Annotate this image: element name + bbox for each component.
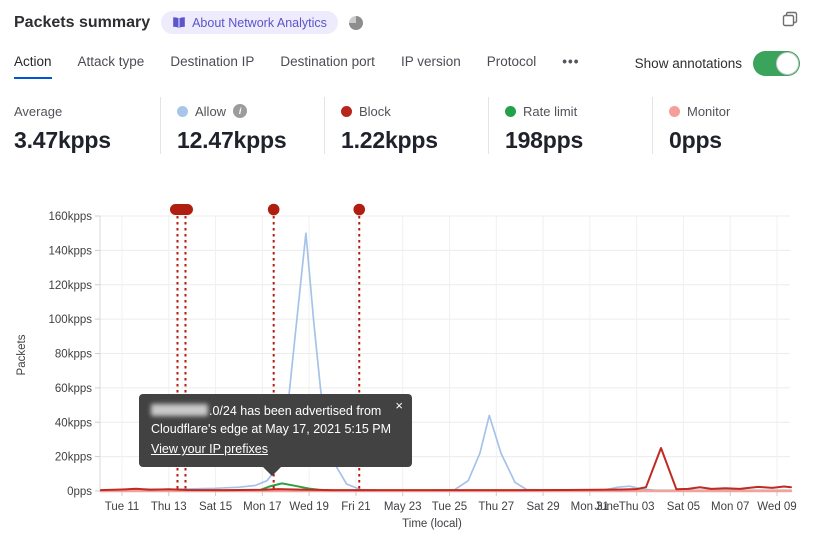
tooltip-message: .0/24 has been advertised from Cloudflar…	[151, 404, 392, 436]
y-tick-label: 160kpps	[49, 211, 93, 223]
y-tick-label: 40kpps	[55, 417, 92, 429]
y-tick-label: 20kpps	[55, 452, 92, 464]
annotation-marker-pill	[169, 204, 193, 215]
x-tick-label: Tue 25	[432, 501, 467, 513]
close-icon[interactable]: ×	[395, 397, 403, 415]
x-tick-label: Fri 21	[341, 501, 370, 513]
x-tick-label: Tue 11	[105, 501, 140, 513]
y-axis-title: Packets	[16, 334, 28, 375]
x-axis-title: Time (local)	[402, 518, 462, 530]
y-tick-label: 60kpps	[55, 383, 92, 395]
x-tick-label: Mon 07	[711, 501, 749, 513]
x-tick-label: Thu 27	[478, 501, 514, 513]
x-tick-label: Wed 09	[757, 501, 796, 513]
y-tick-label: 0pps	[67, 486, 92, 498]
x-month-label: June	[594, 501, 619, 513]
y-tick-label: 100kpps	[49, 314, 93, 326]
tooltip-arrow	[263, 467, 281, 476]
x-tick-label: Sat 29	[526, 501, 559, 513]
redacted-ip-prefix	[151, 404, 208, 416]
x-tick-label: Wed 19	[289, 501, 328, 513]
x-tick-label: May 23	[384, 501, 422, 513]
y-tick-label: 140kpps	[49, 245, 93, 257]
y-tick-label: 120kpps	[49, 280, 93, 292]
x-tick-label: Thu 13	[151, 501, 187, 513]
x-tick-label: Thu 03	[619, 501, 655, 513]
annotation-tooltip: × .0/24 has been advertised from Cloudfl…	[139, 394, 412, 476]
x-tick-label: Sat 15	[199, 501, 232, 513]
packets-summary-panel: Packets summary About Network Analytics …	[0, 0, 816, 545]
x-tick-label: Sat 05	[667, 501, 700, 513]
annotation-marker-dot	[267, 203, 280, 216]
x-tick-label: Mon 17	[243, 501, 281, 513]
annotation-marker-dot	[353, 203, 366, 216]
y-tick-label: 80kpps	[55, 349, 92, 361]
view-ip-prefixes-link[interactable]: View your IP prefixes	[151, 440, 268, 458]
